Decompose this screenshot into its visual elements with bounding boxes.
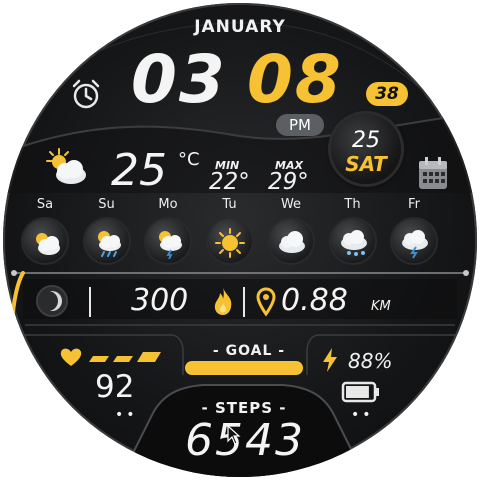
divider	[243, 287, 245, 317]
day-number: 25	[352, 128, 380, 153]
watch-face: JANUARY 03 08 38 PM 25 SAT 25 °C MIN MAX…	[3, 3, 477, 477]
heart-rate-value: 92	[95, 369, 135, 405]
divider	[89, 287, 91, 317]
forecast-day-label: Su	[98, 197, 115, 212]
hour-display: 03	[131, 41, 227, 118]
sun-cloud-storm-icon[interactable]	[146, 219, 190, 263]
cloudy-icon[interactable]	[269, 219, 313, 263]
current-temperature: 25	[111, 145, 167, 196]
min-temp-value: 22°	[209, 169, 250, 195]
calories-value: 300	[131, 283, 189, 318]
calendar-icon[interactable]	[417, 155, 449, 195]
forecast-day-label: Tu	[222, 197, 237, 212]
cloud-snow-icon[interactable]	[330, 219, 375, 263]
steps-value: 6543	[185, 415, 305, 466]
flame-icon	[211, 285, 235, 321]
heart-rate-more-dots[interactable]: ••	[115, 407, 138, 423]
battery-bolt-icon	[321, 347, 339, 377]
sunny-icon[interactable]	[207, 219, 252, 263]
seconds-badge: 38	[366, 82, 408, 106]
ampm-badge: PM	[276, 114, 324, 136]
forecast-day-label: Th	[344, 197, 361, 212]
partly-cloudy-icon[interactable]	[23, 219, 67, 263]
moon-phase-icon[interactable]	[35, 284, 69, 322]
month-label: JANUARY	[194, 17, 286, 37]
battery-percent: 88%	[348, 349, 393, 373]
forecast-day-label: Fr	[408, 197, 420, 212]
current-weather-icon[interactable]	[43, 147, 89, 191]
sun-rain-icon[interactable]	[84, 219, 129, 263]
location-pin-icon	[256, 287, 276, 321]
heart-icon[interactable]	[59, 347, 83, 371]
goal-label: - GOAL -	[212, 343, 286, 359]
battery-icon[interactable]	[341, 381, 381, 407]
temperature-unit: °C	[178, 149, 200, 170]
heart-rate-bars	[85, 350, 165, 370]
mouse-cursor-icon	[227, 424, 241, 449]
forecast-day-label: We	[280, 197, 302, 212]
forecast-day-label: Sa	[36, 197, 54, 212]
distance-unit: KM	[371, 299, 391, 314]
minute-display: 08	[247, 41, 343, 118]
weekday-label: SAT	[345, 152, 387, 176]
max-temp-value: 29°	[268, 169, 309, 195]
date-button[interactable]: 25 SAT	[331, 114, 401, 184]
battery-more-dots[interactable]: ••	[351, 407, 374, 423]
goal-progress-bar	[185, 361, 303, 375]
distance-value: 0.88	[281, 283, 348, 318]
alarm-clock-icon[interactable]	[69, 77, 103, 115]
cloud-storm-icon[interactable]	[392, 219, 436, 263]
forecast-day-label: Mo	[158, 197, 178, 212]
